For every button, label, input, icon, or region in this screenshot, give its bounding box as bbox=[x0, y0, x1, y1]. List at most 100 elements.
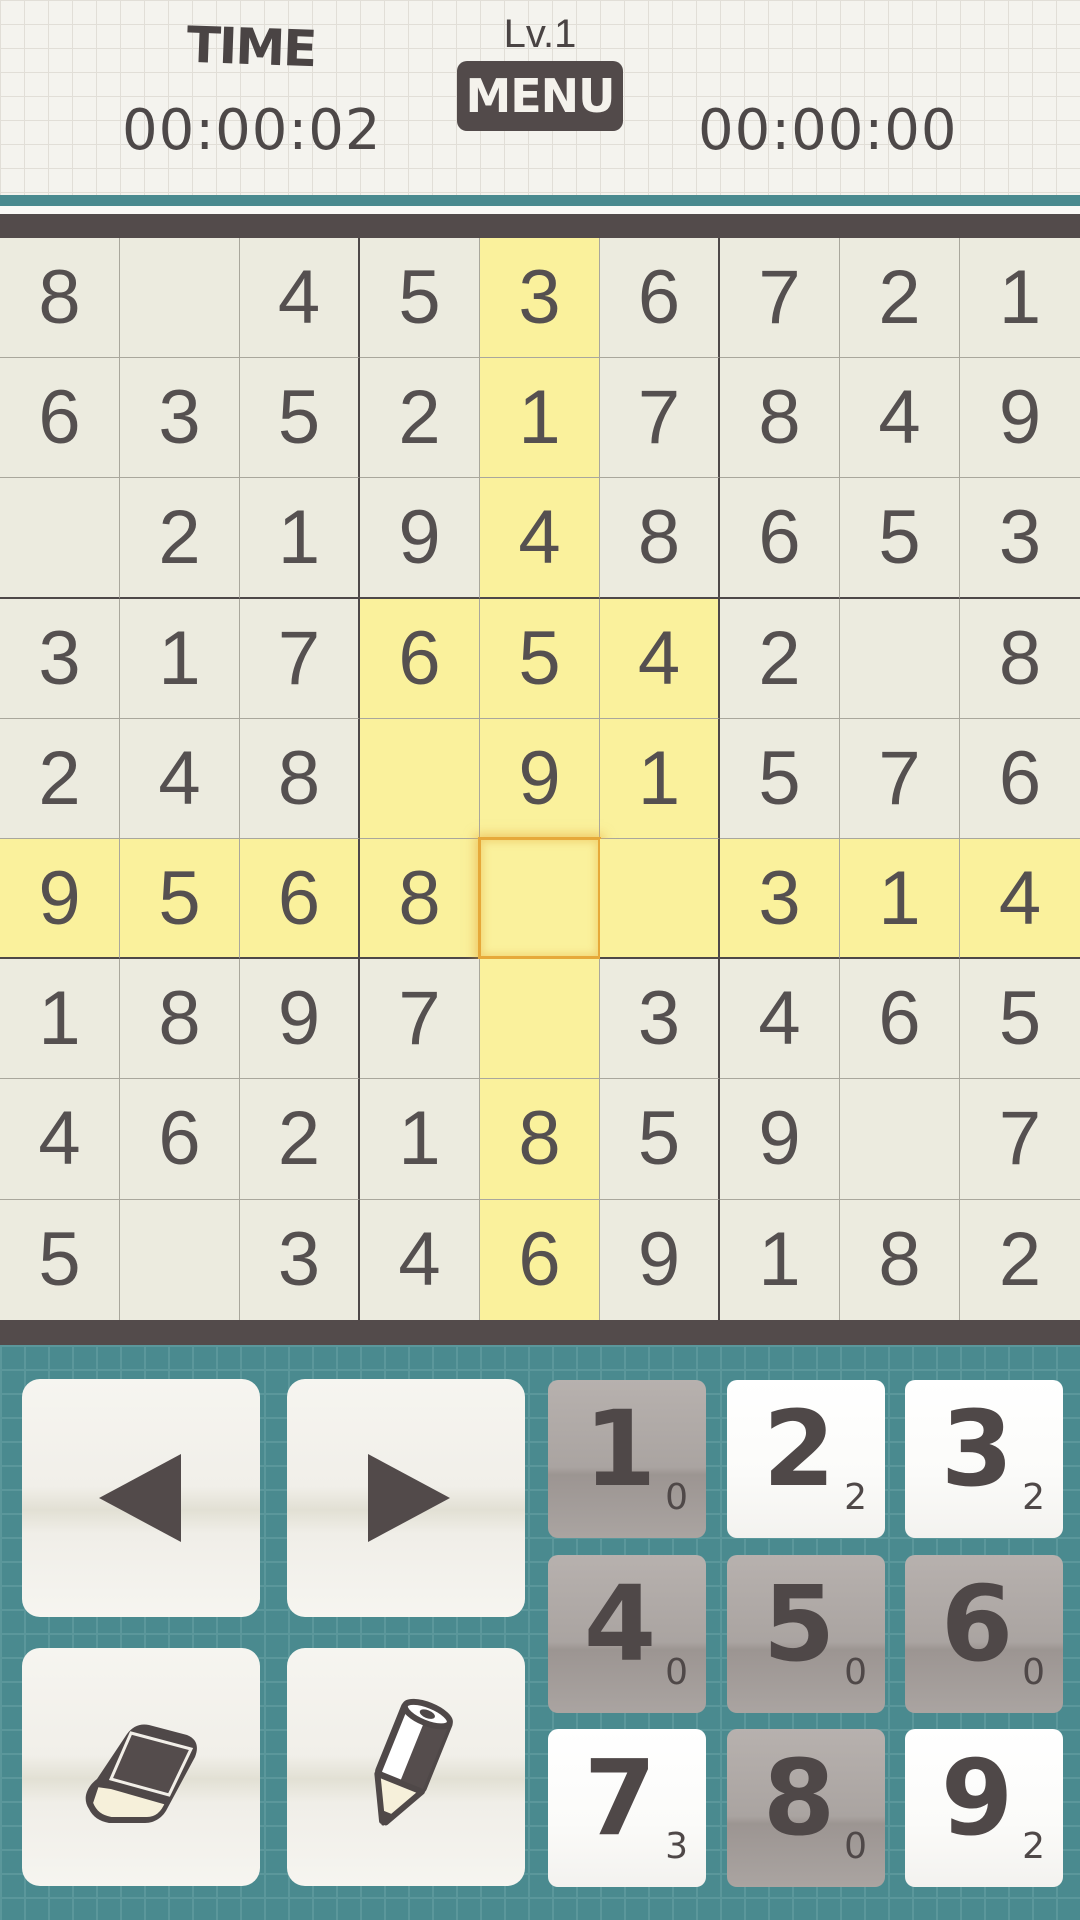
number-button-6[interactable]: 60 bbox=[905, 1555, 1063, 1713]
board-cell[interactable]: 3 bbox=[720, 838, 840, 960]
board-cell[interactable]: 8 bbox=[720, 358, 840, 479]
board-cell[interactable]: 9 bbox=[600, 1199, 720, 1320]
board-cell[interactable]: 7 bbox=[240, 598, 360, 719]
erase-button[interactable] bbox=[22, 1648, 260, 1886]
number-button-1[interactable]: 10 bbox=[548, 1380, 706, 1538]
board-cell[interactable]: 6 bbox=[120, 1079, 240, 1200]
board-cell[interactable]: 8 bbox=[600, 478, 720, 599]
board-cell[interactable]: 5 bbox=[480, 598, 600, 719]
board-cell[interactable]: 6 bbox=[840, 959, 960, 1080]
next-button[interactable] bbox=[287, 1379, 525, 1617]
board-cell[interactable]: 6 bbox=[600, 238, 720, 359]
board-cell[interactable]: 6 bbox=[480, 1199, 600, 1320]
board-cell[interactable]: 4 bbox=[960, 838, 1080, 960]
number-button-8[interactable]: 80 bbox=[727, 1729, 885, 1887]
board-cell[interactable]: 1 bbox=[840, 838, 960, 960]
board-cell[interactable]: 4 bbox=[120, 718, 240, 839]
board-cell[interactable]: 5 bbox=[720, 718, 840, 839]
board-cell[interactable]: 3 bbox=[600, 959, 720, 1080]
board-cell[interactable]: 8 bbox=[120, 959, 240, 1080]
board-cell[interactable]: 2 bbox=[0, 718, 120, 839]
board-cell[interactable]: 6 bbox=[360, 598, 480, 719]
board-cell[interactable]: 5 bbox=[120, 838, 240, 960]
level-label: Lv.1 bbox=[503, 12, 577, 56]
board-cell[interactable] bbox=[120, 1199, 240, 1320]
board-cell[interactable]: 4 bbox=[600, 598, 720, 719]
board-cell[interactable]: 3 bbox=[240, 1199, 360, 1320]
memo-button[interactable] bbox=[287, 1648, 525, 1886]
board-cell[interactable]: 9 bbox=[720, 1079, 840, 1200]
board-cell[interactable]: 6 bbox=[0, 358, 120, 479]
board-cell[interactable]: 1 bbox=[480, 358, 600, 479]
board-cell[interactable]: 2 bbox=[360, 358, 480, 479]
board-cell[interactable]: 1 bbox=[600, 718, 720, 839]
board-cell[interactable]: 1 bbox=[960, 238, 1080, 359]
board-cell[interactable]: 1 bbox=[120, 598, 240, 719]
board-cell[interactable] bbox=[840, 598, 960, 719]
board-cell[interactable]: 9 bbox=[360, 478, 480, 599]
eraser-icon bbox=[85, 1724, 197, 1823]
board-cell[interactable]: 4 bbox=[720, 959, 840, 1080]
board-cell[interactable]: 4 bbox=[840, 358, 960, 479]
prev-button[interactable] bbox=[22, 1379, 260, 1617]
board-cell[interactable]: 1 bbox=[360, 1079, 480, 1200]
board-cell[interactable]: 7 bbox=[720, 238, 840, 359]
best-timer: 00:00:00 bbox=[698, 98, 958, 163]
board-cell[interactable]: 3 bbox=[960, 478, 1080, 599]
board-cell[interactable]: 2 bbox=[120, 478, 240, 599]
board-cell[interactable]: 8 bbox=[960, 598, 1080, 719]
number-button-5[interactable]: 50 bbox=[727, 1555, 885, 1713]
board-cell[interactable] bbox=[360, 718, 480, 839]
board-cell[interactable]: 5 bbox=[840, 478, 960, 599]
board-cell[interactable]: 7 bbox=[960, 1079, 1080, 1200]
elapsed-timer: 00:00:02 bbox=[122, 98, 382, 163]
board-cell[interactable]: 6 bbox=[960, 718, 1080, 839]
board-cell[interactable]: 7 bbox=[360, 959, 480, 1080]
board-cell[interactable] bbox=[840, 1079, 960, 1200]
board-cell[interactable]: 5 bbox=[960, 959, 1080, 1080]
board-cell[interactable]: 9 bbox=[0, 838, 120, 960]
board-cell[interactable]: 8 bbox=[840, 1199, 960, 1320]
board-cell[interactable]: 3 bbox=[120, 358, 240, 479]
board-cell[interactable]: 6 bbox=[720, 478, 840, 599]
board-cell[interactable]: 3 bbox=[480, 238, 600, 359]
board-cell[interactable] bbox=[600, 838, 720, 960]
board-cell[interactable]: 2 bbox=[240, 1079, 360, 1200]
menu-button[interactable]: MENU bbox=[457, 61, 623, 131]
board-cell[interactable]: 4 bbox=[240, 238, 360, 359]
board-cell[interactable]: 5 bbox=[0, 1199, 120, 1320]
board-cell[interactable]: 8 bbox=[240, 718, 360, 839]
board-cell[interactable]: 5 bbox=[360, 238, 480, 359]
board-cell[interactable]: 9 bbox=[960, 358, 1080, 479]
board-cell[interactable]: 5 bbox=[600, 1079, 720, 1200]
board-cell[interactable]: 2 bbox=[960, 1199, 1080, 1320]
board-cell[interactable]: 7 bbox=[840, 718, 960, 839]
board-cell[interactable]: 8 bbox=[0, 238, 120, 359]
board-cell[interactable]: 3 bbox=[0, 598, 120, 719]
board-cell[interactable]: 2 bbox=[720, 598, 840, 719]
board-cell[interactable]: 9 bbox=[240, 959, 360, 1080]
board-cell[interactable] bbox=[120, 238, 240, 359]
number-button-4[interactable]: 40 bbox=[548, 1555, 706, 1713]
board-cell[interactable]: 8 bbox=[480, 1079, 600, 1200]
board-cell[interactable]: 8 bbox=[360, 838, 480, 960]
number-button-2[interactable]: 22 bbox=[727, 1380, 885, 1538]
board-cell[interactable]: 6 bbox=[240, 838, 360, 960]
board-cell[interactable]: 5 bbox=[240, 358, 360, 479]
selected-cell[interactable] bbox=[478, 836, 601, 960]
board-cell[interactable]: 4 bbox=[360, 1199, 480, 1320]
board-cell[interactable] bbox=[480, 959, 600, 1080]
board-cell[interactable]: 4 bbox=[0, 1079, 120, 1200]
board-cell[interactable]: 9 bbox=[480, 718, 600, 839]
board-cell[interactable]: 7 bbox=[600, 358, 720, 479]
board-cell[interactable] bbox=[0, 478, 120, 599]
number-button-3[interactable]: 32 bbox=[905, 1380, 1063, 1538]
board-cell[interactable]: 1 bbox=[0, 959, 120, 1080]
board-cell[interactable]: 4 bbox=[480, 478, 600, 599]
board-cell[interactable]: 2 bbox=[840, 238, 960, 359]
number-button-7[interactable]: 73 bbox=[548, 1729, 706, 1887]
number-button-9[interactable]: 92 bbox=[905, 1729, 1063, 1887]
board-cell[interactable]: 1 bbox=[240, 478, 360, 599]
board-cell[interactable]: 1 bbox=[720, 1199, 840, 1320]
header-divider bbox=[0, 195, 1080, 206]
